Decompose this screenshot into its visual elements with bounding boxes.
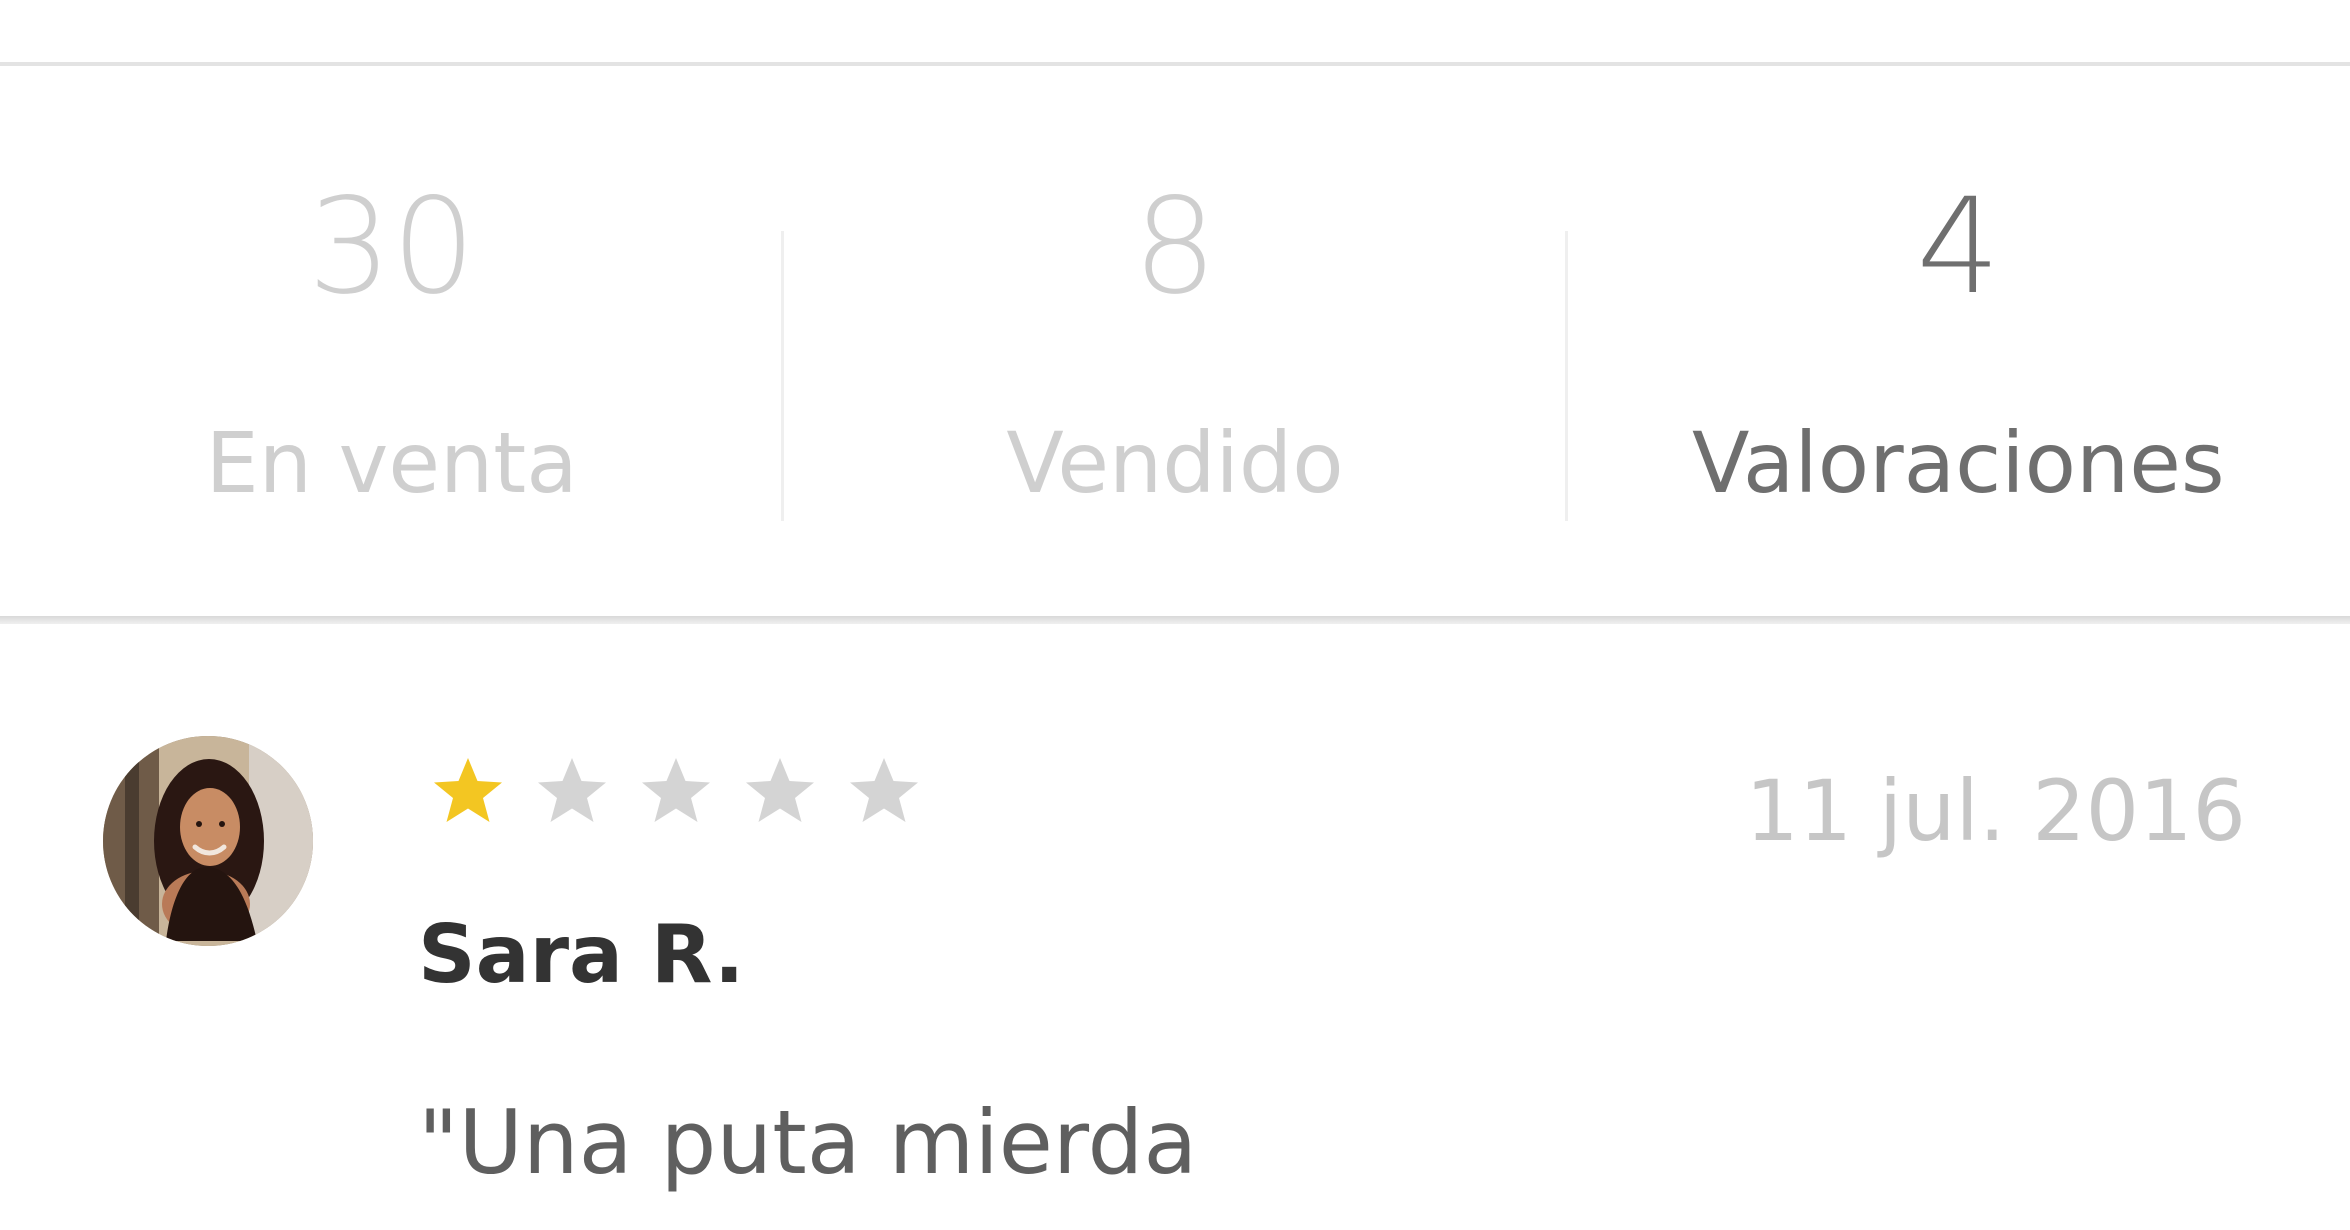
rating-stars [430,754,922,830]
top-bar [0,0,2350,64]
star-empty-icon [746,758,814,822]
valoraciones-label: Valoraciones [1691,414,2225,512]
valoraciones-count: 4 [1916,170,2001,324]
tab-en-venta[interactable]: 30 En venta [0,66,783,619]
star-filled-icon [434,758,502,822]
star-empty-icon [642,758,710,822]
star-empty-icon [850,758,918,822]
stats-bottom-border [0,616,2350,624]
en-venta-count: 30 [307,170,476,324]
review-comment: "Una puta mierda [418,1091,1198,1194]
tab-vendido[interactable]: 8 Vendido [783,66,1566,619]
profile-photo-icon [103,736,313,946]
en-venta-label: En venta [205,414,578,512]
review-item: 11 jul. 2016 Sara R. "Una puta mierda [0,624,2350,1230]
reviewer-name[interactable]: Sara R. [418,915,744,995]
vendido-count: 8 [1133,170,1217,324]
profile-stats-tabs: 30 En venta 8 Vendido 4 Valoraciones [0,66,2350,619]
review-date: 11 jul. 2016 [1745,762,2246,860]
star-empty-icon [538,758,606,822]
profile-page: 30 En venta 8 Vendido 4 Valoraciones 11 … [0,0,2350,1230]
vendido-label: Vendido [1006,414,1344,512]
tab-valoraciones[interactable]: 4 Valoraciones [1567,66,2350,619]
avatar[interactable] [103,736,313,946]
